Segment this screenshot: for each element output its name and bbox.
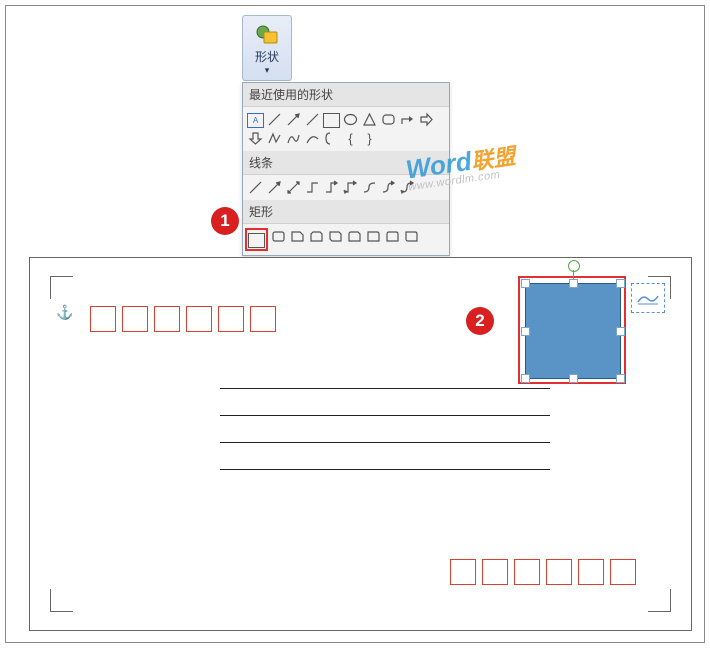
postal-box	[610, 559, 636, 585]
textbox-shape[interactable]: A	[247, 113, 264, 128]
rect-plain[interactable]	[248, 233, 265, 248]
resize-handle[interactable]	[521, 327, 530, 336]
rect-snip-round[interactable]	[346, 228, 363, 245]
bracket-shape[interactable]	[323, 130, 340, 147]
address-line	[220, 442, 550, 443]
resize-handle[interactable]	[616, 327, 625, 336]
address-line	[220, 469, 550, 470]
line-shape[interactable]	[266, 111, 283, 128]
chevron-down-icon: ▾	[265, 67, 270, 73]
rect-round2[interactable]	[384, 228, 401, 245]
resize-handle[interactable]	[616, 374, 625, 383]
drawn-rectangle-shape[interactable]	[525, 283, 621, 379]
crop-mark	[50, 589, 73, 612]
connector-shape[interactable]	[304, 111, 321, 128]
rotation-handle[interactable]	[568, 260, 580, 272]
line7[interactable]	[361, 179, 378, 196]
postal-box	[218, 306, 244, 332]
rect-rounded[interactable]	[270, 228, 287, 245]
oval-shape[interactable]	[342, 111, 359, 128]
postal-box	[546, 559, 572, 585]
rectangle-selected-highlight	[245, 228, 268, 251]
screenshot-frame: 形状 ▾ 最近使用的形状 A { } 线条	[5, 5, 705, 643]
line9[interactable]	[399, 179, 416, 196]
resize-handle[interactable]	[521, 374, 530, 383]
postal-box	[90, 306, 116, 332]
line5[interactable]	[323, 179, 340, 196]
line8[interactable]	[380, 179, 397, 196]
brace-left-shape[interactable]: {	[342, 130, 359, 147]
gallery-row-lines	[243, 175, 449, 200]
rect-round-diag[interactable]	[403, 228, 420, 245]
line3[interactable]	[285, 179, 302, 196]
elbow-arrow-shape[interactable]	[399, 111, 416, 128]
line6[interactable]	[342, 179, 359, 196]
anchor-icon: ⚓	[56, 304, 73, 321]
rect-round1[interactable]	[365, 228, 382, 245]
address-line	[220, 415, 550, 416]
brace-right-shape[interactable]: }	[361, 130, 378, 147]
rounded-rect-shape[interactable]	[380, 111, 397, 128]
postal-box	[450, 559, 476, 585]
postal-code-boxes-recipient	[450, 559, 636, 585]
postal-box	[578, 559, 604, 585]
gallery-header-rects: 矩形	[243, 200, 449, 224]
shapes-gallery: 最近使用的形状 A { } 线条	[242, 82, 450, 256]
curve-shape[interactable]	[285, 130, 302, 147]
postal-code-boxes-sender	[90, 306, 276, 332]
line4[interactable]	[304, 179, 321, 196]
postal-box	[122, 306, 148, 332]
postal-box	[482, 559, 508, 585]
postal-box	[250, 306, 276, 332]
line1[interactable]	[247, 179, 264, 196]
postal-box	[514, 559, 540, 585]
down-arrow-shape[interactable]	[247, 130, 264, 147]
right-arrow-shape[interactable]	[418, 111, 435, 128]
postal-box	[154, 306, 180, 332]
postal-box	[186, 306, 212, 332]
arc-shape[interactable]	[304, 130, 321, 147]
resize-handle[interactable]	[569, 374, 578, 383]
rectangle-shape[interactable]	[323, 113, 340, 128]
resize-handle[interactable]	[569, 279, 578, 288]
crop-mark	[648, 589, 671, 612]
gallery-row-recent: A { }	[243, 107, 449, 151]
rect-snip1[interactable]	[289, 228, 306, 245]
document-canvas[interactable]: ⚓	[29, 257, 692, 631]
shapes-label: 形状	[255, 48, 279, 65]
step2-highlight	[518, 276, 626, 384]
rect-snip2[interactable]	[308, 228, 325, 245]
gallery-row-rects	[243, 224, 449, 255]
line-arrow-shape[interactable]	[285, 111, 302, 128]
step-badge-2: 2	[466, 307, 494, 335]
triangle-shape[interactable]	[361, 111, 378, 128]
step-badge-1: 1	[211, 207, 239, 235]
resize-handle[interactable]	[521, 279, 530, 288]
gallery-header-lines: 线条	[243, 151, 449, 175]
gallery-header-recent: 最近使用的形状	[243, 83, 449, 107]
address-line	[220, 388, 550, 389]
stamp-placeholder	[631, 283, 665, 313]
shapes-icon	[254, 24, 280, 46]
address-lines	[220, 388, 550, 470]
line2[interactable]	[266, 179, 283, 196]
resize-handle[interactable]	[616, 279, 625, 288]
rect-snip-diag[interactable]	[327, 228, 344, 245]
shapes-dropdown-button[interactable]: 形状 ▾	[242, 15, 292, 81]
crop-mark	[50, 276, 73, 299]
freeform-shape[interactable]	[266, 130, 283, 147]
